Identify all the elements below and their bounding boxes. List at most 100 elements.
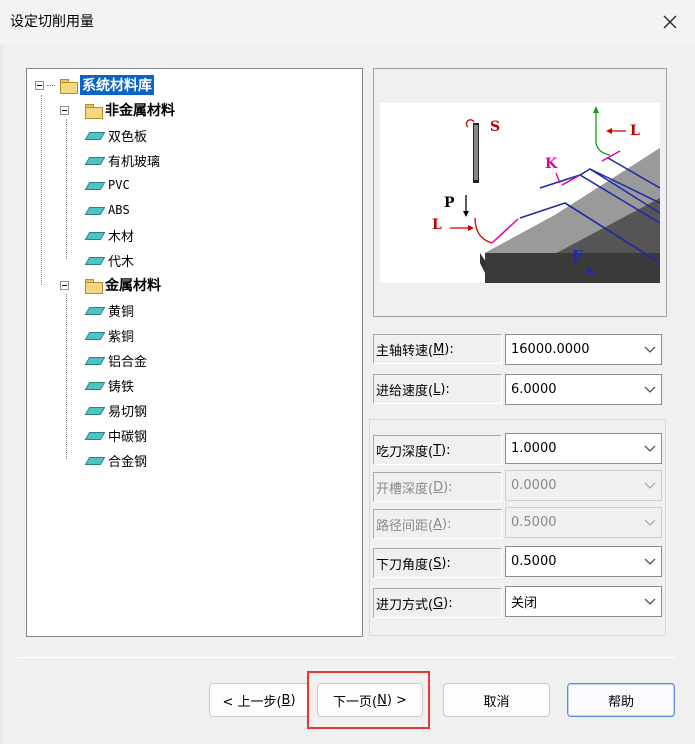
tree-item[interactable]: 双色板	[85, 125, 147, 145]
material-icon	[85, 155, 103, 165]
label-k: K	[545, 156, 558, 172]
plunge-angle-combo[interactable]: 0.5000	[505, 546, 662, 577]
tree-item[interactable]: PVC	[85, 175, 130, 195]
label-key: L	[433, 381, 441, 397]
label-text: 主轴转速(	[376, 343, 434, 359]
label-text: ):	[440, 381, 450, 397]
path-spacing-combo: 0.5000	[505, 507, 662, 538]
label-text: ):	[441, 516, 452, 532]
tree-item[interactable]: 木材	[85, 225, 134, 245]
tree-item[interactable]: 紫铜	[85, 325, 134, 345]
tree-group-nonmetal[interactable]: 非金属材料	[60, 100, 175, 120]
collapse-icon[interactable]	[60, 280, 69, 290]
combo-value: 6.0000	[511, 382, 557, 397]
tree-group-label: 金属材料	[105, 278, 161, 294]
plunge-angle-label: 下刀角度(S):	[373, 548, 502, 578]
label-l-right: L	[630, 123, 640, 139]
spindle-speed-combo[interactable]: 16000.0000	[505, 334, 662, 365]
label-text: ):	[441, 442, 451, 458]
combo-value: 1.0000	[511, 441, 557, 456]
label-key: G	[433, 595, 444, 611]
tree-item-label: PVC	[108, 178, 130, 192]
tree-item-label: 木材	[108, 229, 135, 245]
label-text: 进给速度(	[376, 383, 434, 399]
tree-item-label: 中碳钢	[108, 429, 148, 445]
material-icon	[85, 405, 103, 415]
chevron-down-icon[interactable]	[639, 547, 661, 576]
label-text: ):	[443, 479, 453, 495]
footer-separator	[18, 657, 676, 658]
label-key: S	[433, 555, 442, 571]
tree-item[interactable]: 铝合金	[85, 350, 147, 370]
combo-value: 16000.0000	[511, 342, 590, 357]
path-spacing-label: 路径间距(A):	[373, 509, 502, 539]
button-key: B	[281, 692, 291, 708]
label-s: S	[490, 119, 500, 135]
tree-item[interactable]: 黄铜	[85, 300, 134, 320]
tree-item-label: 紫铜	[108, 329, 135, 345]
folder-icon	[60, 78, 78, 94]
tree-root[interactable]: 系统材料库	[35, 75, 154, 95]
material-tree[interactable]: 系统材料库 非金属材料 双色板 有机玻璃 PVC ABS 木材 代木 金属材料 …	[26, 68, 363, 637]
chevron-down-icon[interactable]	[639, 434, 661, 463]
collapse-icon[interactable]	[35, 80, 44, 90]
material-icon	[85, 430, 103, 440]
feed-speed-combo[interactable]: 6.0000	[505, 374, 662, 405]
combo-value: 0.0000	[511, 478, 557, 493]
tree-item-label: 代木	[108, 254, 135, 270]
cut-depth-label: 吃刀深度(T):	[373, 435, 502, 465]
tree-item-label: 双色板	[108, 129, 148, 145]
help-button[interactable]: 帮助	[567, 683, 675, 717]
cancel-button[interactable]: 取消	[443, 683, 550, 717]
label-key: D	[433, 479, 444, 495]
combo-value: 关闭	[511, 596, 538, 611]
cut-depth-combo[interactable]: 1.0000	[505, 433, 662, 464]
folder-icon	[85, 103, 103, 119]
combo-value: 0.5000	[511, 515, 557, 530]
entry-mode-label: 进刀方式(G):	[373, 588, 502, 618]
tree-item[interactable]: 有机玻璃	[85, 150, 160, 170]
label-text: 进刀方式(	[376, 597, 434, 613]
label-text: 开槽深度(	[376, 481, 434, 497]
close-icon[interactable]	[654, 6, 686, 38]
chevron-down-icon	[639, 471, 661, 500]
chevron-down-icon	[639, 508, 661, 537]
material-icon	[85, 130, 103, 140]
material-icon	[85, 255, 103, 265]
tree-item-label: 铝合金	[108, 354, 148, 370]
chevron-down-icon[interactable]	[639, 375, 661, 404]
label-f: F	[572, 247, 583, 265]
tree-item[interactable]: 代木	[85, 250, 134, 270]
folder-icon	[85, 278, 103, 294]
label-text: 吃刀深度(	[376, 444, 434, 460]
label-text: ):	[444, 341, 454, 357]
entry-mode-combo[interactable]: 关闭	[505, 586, 662, 617]
window-edge	[0, 44, 3, 744]
prev-button[interactable]: < 上一步(B)	[209, 683, 309, 717]
label-l-left: L	[432, 217, 442, 233]
tree-item[interactable]: 铸铁	[85, 375, 134, 395]
material-icon	[85, 330, 103, 340]
tree-item[interactable]: 中碳钢	[85, 425, 147, 445]
tree-item[interactable]: 易切钢	[85, 400, 147, 420]
collapse-icon[interactable]	[60, 105, 69, 115]
spindle-speed-label: 主轴转速(M):	[373, 334, 502, 364]
material-icon	[85, 205, 103, 215]
tree-item[interactable]: ABS	[85, 200, 130, 220]
material-icon	[85, 355, 103, 365]
label-key: T	[433, 442, 442, 458]
tree-group-metal[interactable]: 金属材料	[60, 275, 161, 295]
material-icon	[85, 455, 103, 465]
tree-item-label: 易切钢	[108, 404, 148, 420]
chevron-down-icon[interactable]	[639, 587, 661, 616]
tree-item[interactable]: 合金钢	[85, 450, 147, 470]
feed-speed-label: 进给速度(L):	[373, 374, 502, 404]
combo-value: 0.5000	[511, 554, 557, 569]
material-icon	[85, 305, 103, 315]
window-title: 设定切削用量	[10, 14, 94, 30]
tree-item-label: 合金钢	[108, 454, 148, 470]
chevron-down-icon[interactable]	[639, 335, 661, 364]
label-text: ):	[441, 555, 451, 571]
tree-item-label: ABS	[108, 203, 130, 217]
button-text: )	[290, 692, 296, 708]
